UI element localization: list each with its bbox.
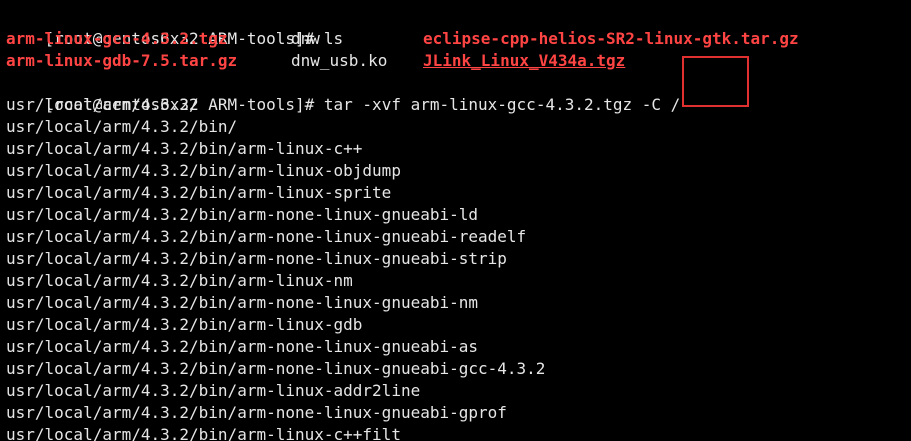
ls-entry-archive: eclipse-cpp-helios-SR2-linux-gtk.tar.gz bbox=[423, 29, 799, 48]
output-line: usr/local/arm/4.3.2/bin/arm-none-linux-g… bbox=[6, 337, 479, 356]
output-line: usr/local/arm/4.3.2/bin/arm-none-linux-g… bbox=[6, 249, 507, 268]
output-line: usr/local/arm/4.3.2/bin/arm-linux-addr2l… bbox=[6, 381, 421, 400]
terminal-window[interactable]: [root@centos6x32 ARM-tools]# ls arm-linu… bbox=[0, 0, 911, 441]
output-line: usr/local/arm/4.3.2/bin/arm-linux-sprite bbox=[6, 183, 392, 202]
highlight-box bbox=[682, 56, 749, 107]
output-line: usr/local/arm/4.3.2/bin/arm-linux-nm bbox=[6, 271, 353, 290]
ls-entry-archive: arm-linux-gcc-4.3.2.tgz bbox=[6, 29, 228, 48]
command-option-highlighted: -C / bbox=[641, 95, 681, 114]
output-line: usr/local/arm/4.3.2/bin/arm-linux-c++fil… bbox=[6, 425, 401, 441]
output-line: usr/local/arm/4.3.2/bin/arm-linux-c++ bbox=[6, 139, 363, 158]
command-text: tar -xvf arm-linux-gcc-4.3.2.tgz bbox=[323, 95, 642, 114]
output-line: usr/local/arm/4.3.2/bin/arm-none-linux-g… bbox=[6, 403, 507, 422]
prompt-line-ls: [root@centos6x32 ARM-tools]# ls bbox=[6, 6, 344, 48]
ls-entry-file: dnw bbox=[291, 29, 320, 48]
ls-output-row: arm-linux-gdb-7.5.tar.gz dnw_usb.ko JLin… bbox=[6, 50, 911, 72]
ls-entry-archive: arm-linux-gdb-7.5.tar.gz bbox=[6, 51, 238, 70]
output-line: usr/local/arm/4.3.2/bin/arm-none-linux-g… bbox=[6, 205, 479, 224]
output-line: usr/local/arm/4.3.2/bin/arm-none-linux-g… bbox=[6, 227, 527, 246]
output-line: usr/local/arm/4.3.2/bin/arm-none-linux-g… bbox=[6, 359, 546, 378]
ls-entry-archive: JLink_Linux_V434a.tgz bbox=[423, 51, 626, 70]
output-line: usr/local/arm/4.3.2/bin/arm-linux-gdb bbox=[6, 315, 363, 334]
output-line: usr/local/arm/4.3.2/bin/arm-none-linux-g… bbox=[6, 293, 479, 312]
output-line: usr/local/arm/4.3.2/ bbox=[6, 95, 199, 114]
prompt-line-tar: [root@centos6x32 ARM-tools]# tar -xvf ar… bbox=[6, 72, 681, 114]
output-line: usr/local/arm/4.3.2/bin/ bbox=[6, 117, 238, 136]
output-line: usr/local/arm/4.3.2/bin/arm-linux-objdum… bbox=[6, 161, 401, 180]
ls-output-row: arm-linux-gcc-4.3.2.tgz dnw eclipse-cpp-… bbox=[6, 28, 911, 50]
ls-entry-file: dnw_usb.ko bbox=[291, 51, 388, 70]
